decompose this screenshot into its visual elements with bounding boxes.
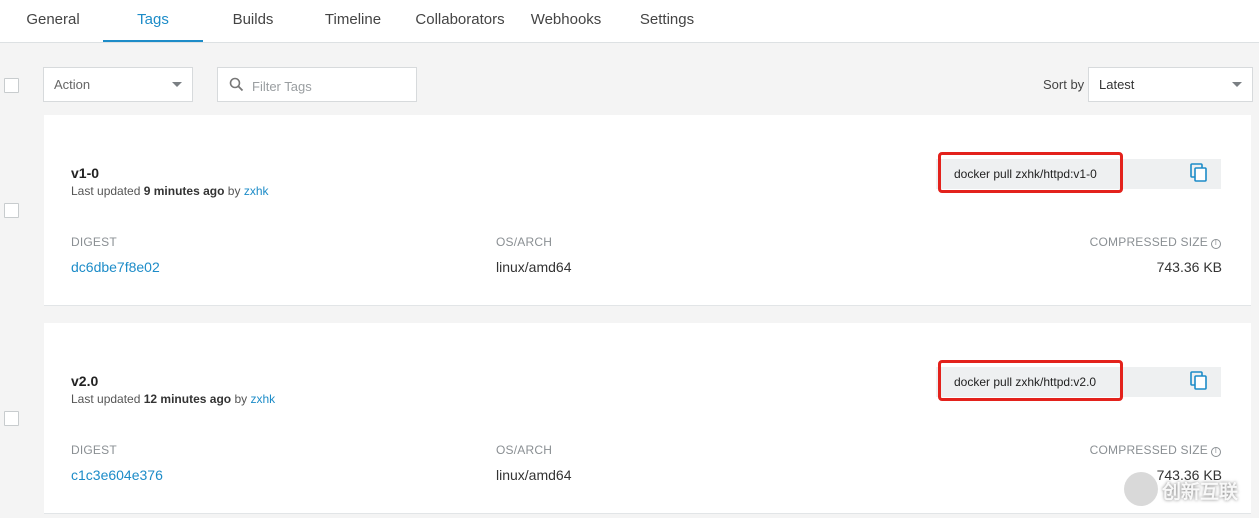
info-icon[interactable]: i <box>1211 447 1221 457</box>
filter-tags-field[interactable] <box>217 67 417 102</box>
tag-card: v2.0 Last updated 12 minutes ago by zxhk… <box>44 323 1251 514</box>
tab-bar: General Tags Builds Timeline Collaborato… <box>0 0 1259 43</box>
updated-prefix: Last updated <box>71 184 141 198</box>
tab-webhooks[interactable]: Webhooks <box>526 0 606 42</box>
updated-prefix: Last updated <box>71 392 141 406</box>
select-all-checkbox[interactable] <box>4 78 19 93</box>
osarch-value: linux/amd64 <box>496 467 572 483</box>
tab-settings[interactable]: Settings <box>632 0 702 42</box>
highlight-annotation <box>938 152 1123 193</box>
info-icon[interactable]: i <box>1211 239 1221 249</box>
compressed-size-label: COMPRESSED SIZE <box>1089 443 1208 457</box>
updated-time: 12 minutes ago <box>143 392 232 406</box>
user-link[interactable]: zxhk <box>250 392 275 406</box>
user-link[interactable]: zxhk <box>244 184 269 198</box>
compressed-size-header: COMPRESSED SIZE i <box>1090 443 1221 457</box>
watermark-text: 创新互联 <box>1162 482 1239 503</box>
tag-updated-info: Last updated 12 minutes ago by zxhk <box>71 392 275 406</box>
tab-general[interactable]: General <box>18 0 88 42</box>
compressed-size-header: COMPRESSED SIZE i <box>1090 235 1221 249</box>
osarch-label: OS/ARCH <box>496 443 553 457</box>
copy-icon[interactable] <box>1190 371 1208 391</box>
sort-dropdown-value: Latest <box>1099 77 1135 92</box>
chevron-down-icon <box>172 82 182 87</box>
compressed-size-label: COMPRESSED SIZE <box>1089 235 1208 249</box>
by-text: by <box>234 392 248 406</box>
tag-row-checkbox[interactable] <box>4 203 19 218</box>
watermark: 创新互联 <box>1124 470 1258 510</box>
sort-dropdown[interactable]: Latest <box>1088 67 1253 102</box>
tab-timeline[interactable]: Timeline <box>316 0 390 42</box>
tag-name: v1-0 <box>71 165 100 181</box>
tag-updated-info: Last updated 9 minutes ago by zxhk <box>71 184 269 198</box>
by-text: by <box>227 184 241 198</box>
osarch-label: OS/ARCH <box>496 235 553 249</box>
tab-tags[interactable]: Tags <box>103 0 203 42</box>
digest-link[interactable]: c1c3e604e376 <box>71 467 163 483</box>
tag-name: v2.0 <box>71 373 99 389</box>
compressed-size-value: 743.36 KB <box>1156 259 1222 275</box>
highlight-annotation <box>938 360 1123 401</box>
sort-by-label: Sort by <box>1043 77 1085 92</box>
tag-card: v1-0 Last updated 9 minutes ago by zxhk … <box>44 115 1251 306</box>
search-icon <box>229 77 244 92</box>
updated-time: 9 minutes ago <box>143 184 225 198</box>
filter-tags-input[interactable] <box>250 75 414 97</box>
chevron-down-icon <box>1232 82 1242 87</box>
digest-label: DIGEST <box>71 443 117 457</box>
tab-builds[interactable]: Builds <box>222 0 284 42</box>
tab-collaborators[interactable]: Collaborators <box>408 0 512 42</box>
action-dropdown-label: Action <box>54 77 91 92</box>
digest-link[interactable]: dc6dbe7f8e02 <box>71 259 160 275</box>
action-dropdown[interactable]: Action <box>43 67 193 102</box>
watermark-logo-icon <box>1124 472 1158 506</box>
copy-icon[interactable] <box>1190 163 1208 183</box>
tag-row-checkbox[interactable] <box>4 411 19 426</box>
osarch-value: linux/amd64 <box>496 259 572 275</box>
digest-label: DIGEST <box>71 235 117 249</box>
